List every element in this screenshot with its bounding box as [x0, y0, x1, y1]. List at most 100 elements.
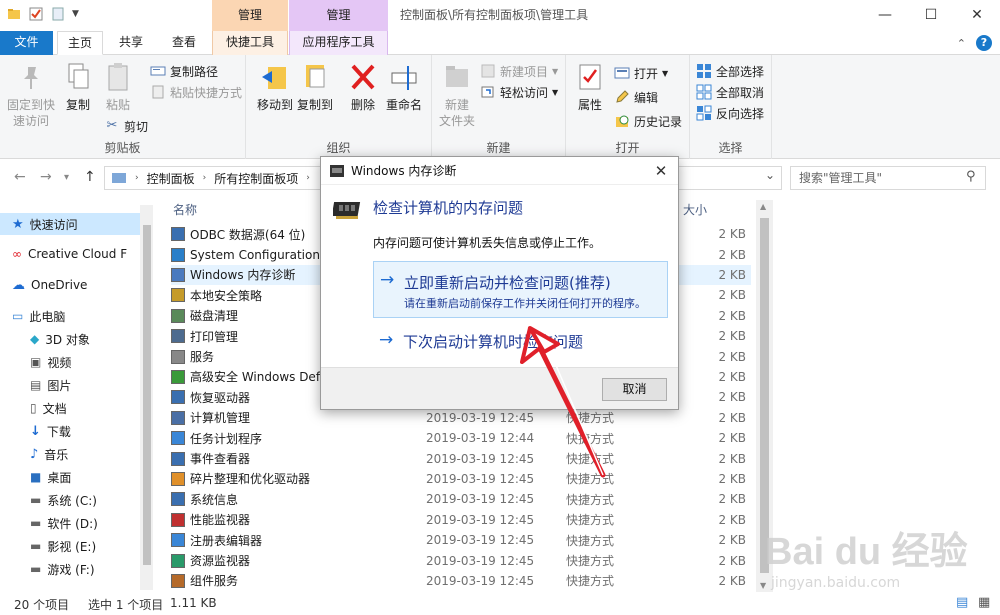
minimize-button[interactable]: — — [862, 0, 908, 31]
file-name: 碎片整理和优化驱动器 — [190, 472, 311, 487]
dialog-close-button[interactable]: ✕ — [644, 157, 678, 185]
tab-share[interactable]: 共享 — [108, 31, 154, 55]
nav-scrollbar-thumb[interactable] — [143, 225, 151, 565]
scroll-up-icon[interactable]: ▲ — [760, 202, 766, 211]
properties-button[interactable]: 属性 — [572, 61, 608, 113]
file-row[interactable]: 事件查看器 2019-03-19 12:45 快捷方式 2 KB — [171, 448, 751, 468]
nav-label: 此电脑 — [29, 309, 66, 324]
forward-arrow-icon[interactable]: → — [40, 169, 52, 185]
column-header-name[interactable]: 名称 — [173, 200, 197, 220]
file-row[interactable]: 性能监视器 2019-03-19 12:45 快捷方式 2 KB — [171, 510, 751, 530]
file-name: 组件服务 — [190, 574, 239, 589]
nav-item-drive-c[interactable]: ▬ 系统 (C:) — [0, 489, 152, 511]
properties-check-icon[interactable] — [28, 6, 44, 22]
restart-now-title: 立即重新启动并检查问题(推荐) — [404, 274, 611, 292]
easy-access-label: 轻松访问 — [500, 85, 549, 100]
nav-item-pictures[interactable]: ▤ 图片 — [0, 374, 152, 396]
paste-shortcut-button[interactable]: 粘贴快捷方式 — [150, 82, 242, 102]
search-input[interactable]: 搜索"管理工具" — [790, 166, 986, 190]
open-button[interactable]: 打开 ▼ — [614, 63, 668, 83]
ribbon-tabs: 文件 主页 共享 查看 快捷工具 应用程序工具 ⌃ ? — [0, 31, 1000, 55]
drive-icon: ▬ — [30, 562, 42, 576]
nav-item-creative-cloud[interactable]: ∞ Creative Cloud F — [0, 243, 152, 265]
shortcut-icon — [171, 227, 185, 242]
cut-button[interactable]: ✂ 剪切 — [104, 116, 148, 136]
help-icon[interactable]: ? — [976, 35, 992, 51]
select-none-button[interactable]: 全部取消 — [696, 82, 764, 102]
nav-item-documents[interactable]: ▯ 文档 — [0, 397, 152, 419]
maximize-button[interactable]: ☐ — [908, 0, 954, 31]
back-arrow-icon[interactable]: ← — [14, 169, 26, 185]
app-icon — [8, 9, 20, 19]
file-type: 快捷方式 — [566, 533, 615, 548]
tab-app-tools[interactable]: 应用程序工具 — [289, 31, 388, 55]
new-folder-label: 新建 文件夹 — [438, 98, 475, 128]
nav-item-videos[interactable]: ▣ 视频 — [0, 351, 152, 373]
easy-access-icon — [481, 86, 494, 98]
nav-item-drive-f[interactable]: ▬ 游戏 (F:) — [0, 558, 152, 580]
edit-button[interactable]: 编辑 — [614, 87, 658, 107]
ribbon-collapse-icon[interactable]: ⌃ — [957, 37, 966, 50]
delete-button[interactable]: 删除 — [346, 61, 380, 113]
paste-label: 粘贴 — [105, 98, 130, 112]
file-name: 磁盘清理 — [190, 309, 239, 324]
file-row[interactable]: 组件服务 2019-03-19 12:45 快捷方式 2 KB — [171, 571, 751, 591]
delete-x-icon — [351, 64, 375, 90]
file-row[interactable]: 资源监视器 2019-03-19 12:45 快捷方式 2 KB — [171, 550, 751, 570]
nav-item-onedrive[interactable]: ☁ OneDrive — [0, 274, 152, 296]
file-row[interactable]: 系统信息 2019-03-19 12:45 快捷方式 2 KB — [171, 489, 751, 509]
recent-dropdown-icon[interactable]: ▾ — [64, 172, 69, 183]
pin-quick-access-button[interactable]: 固定到快 速访问 — [4, 61, 58, 129]
file-row[interactable]: 任务计划程序 2019-03-19 12:44 快捷方式 2 KB — [171, 428, 751, 448]
file-name: 服务 — [190, 350, 215, 365]
breadcrumb-control-panel[interactable]: 控制面板 — [147, 170, 195, 187]
tab-shortcut-tools[interactable]: 快捷工具 — [212, 31, 288, 55]
tab-view[interactable]: 查看 — [160, 31, 208, 55]
nav-item-drive-e[interactable]: ▬ 影视 (E:) — [0, 535, 152, 557]
address-dropdown-icon[interactable]: ⌄ — [765, 168, 775, 182]
tab-file[interactable]: 文件 — [0, 31, 53, 55]
nav-item-this-pc[interactable]: ▭ 此电脑 — [0, 305, 152, 327]
close-button[interactable]: ✕ — [954, 0, 1000, 31]
easy-access-button[interactable]: 轻松访问 ▼ — [480, 82, 558, 102]
paste-button[interactable]: 粘贴 — [100, 61, 136, 113]
nav-item-quick-access[interactable]: ★ 快速访问 — [0, 213, 152, 235]
nav-item-drive-d[interactable]: ▬ 软件 (D:) — [0, 512, 152, 534]
up-arrow-icon[interactable]: ↑ — [84, 169, 96, 185]
breadcrumb-separator-icon: › — [135, 173, 139, 183]
select-all-button[interactable]: 全部选择 — [696, 61, 764, 81]
shortcut-icon — [171, 369, 185, 384]
copy-path-button[interactable]: 复制路径 — [150, 61, 218, 81]
nav-item-music[interactable]: ♪ 音乐 — [0, 443, 152, 465]
column-header-size[interactable]: 大小 — [683, 200, 707, 220]
new-item-button[interactable]: 新建项目 ▼ — [480, 61, 558, 81]
quick-access-toolbar: ▼ — [6, 6, 79, 22]
nav-scrollbar[interactable] — [140, 205, 153, 590]
nav-item-3d-objects[interactable]: ◆ 3D 对象 — [0, 328, 152, 350]
nav-label: 游戏 (F:) — [47, 562, 95, 577]
shortcut-icon — [171, 492, 185, 507]
file-row[interactable]: 计算机管理 2019-03-19 12:45 快捷方式 2 KB — [171, 408, 751, 428]
qat-dropdown-icon[interactable]: ▼ — [72, 9, 79, 19]
copy-to-button[interactable]: 复制到 — [296, 61, 334, 113]
file-row[interactable]: 注册表编辑器 2019-03-19 12:45 快捷方式 2 KB — [171, 530, 751, 550]
new-folder-icon[interactable] — [50, 6, 66, 22]
rename-button[interactable]: 重命名 — [384, 61, 424, 113]
breadcrumb-all-items[interactable]: 所有控制面板项 — [214, 170, 298, 187]
history-button[interactable]: 历史记录 — [614, 111, 682, 131]
shortcut-icon — [171, 533, 185, 548]
nav-item-desktop[interactable]: ■ 桌面 — [0, 466, 152, 488]
file-size: 2 KB — [718, 471, 746, 486]
copy-label: 复制 — [65, 98, 90, 112]
move-to-button[interactable]: 移动到 — [256, 61, 294, 113]
tab-home[interactable]: 主页 — [57, 31, 103, 55]
new-folder-button[interactable]: 新建 文件夹 — [436, 61, 478, 129]
file-name-cell: 资源监视器 — [171, 552, 426, 569]
search-icon[interactable]: ⚲ — [966, 169, 976, 184]
file-row[interactable]: 碎片整理和优化驱动器 2019-03-19 12:45 快捷方式 2 KB — [171, 469, 751, 489]
edit-label: 编辑 — [634, 90, 659, 105]
invert-selection-button[interactable]: 反向选择 — [696, 103, 764, 123]
paste-icon — [108, 63, 128, 91]
copy-button[interactable]: 复制 — [60, 61, 96, 113]
nav-item-downloads[interactable]: ↓ 下载 — [0, 420, 152, 442]
